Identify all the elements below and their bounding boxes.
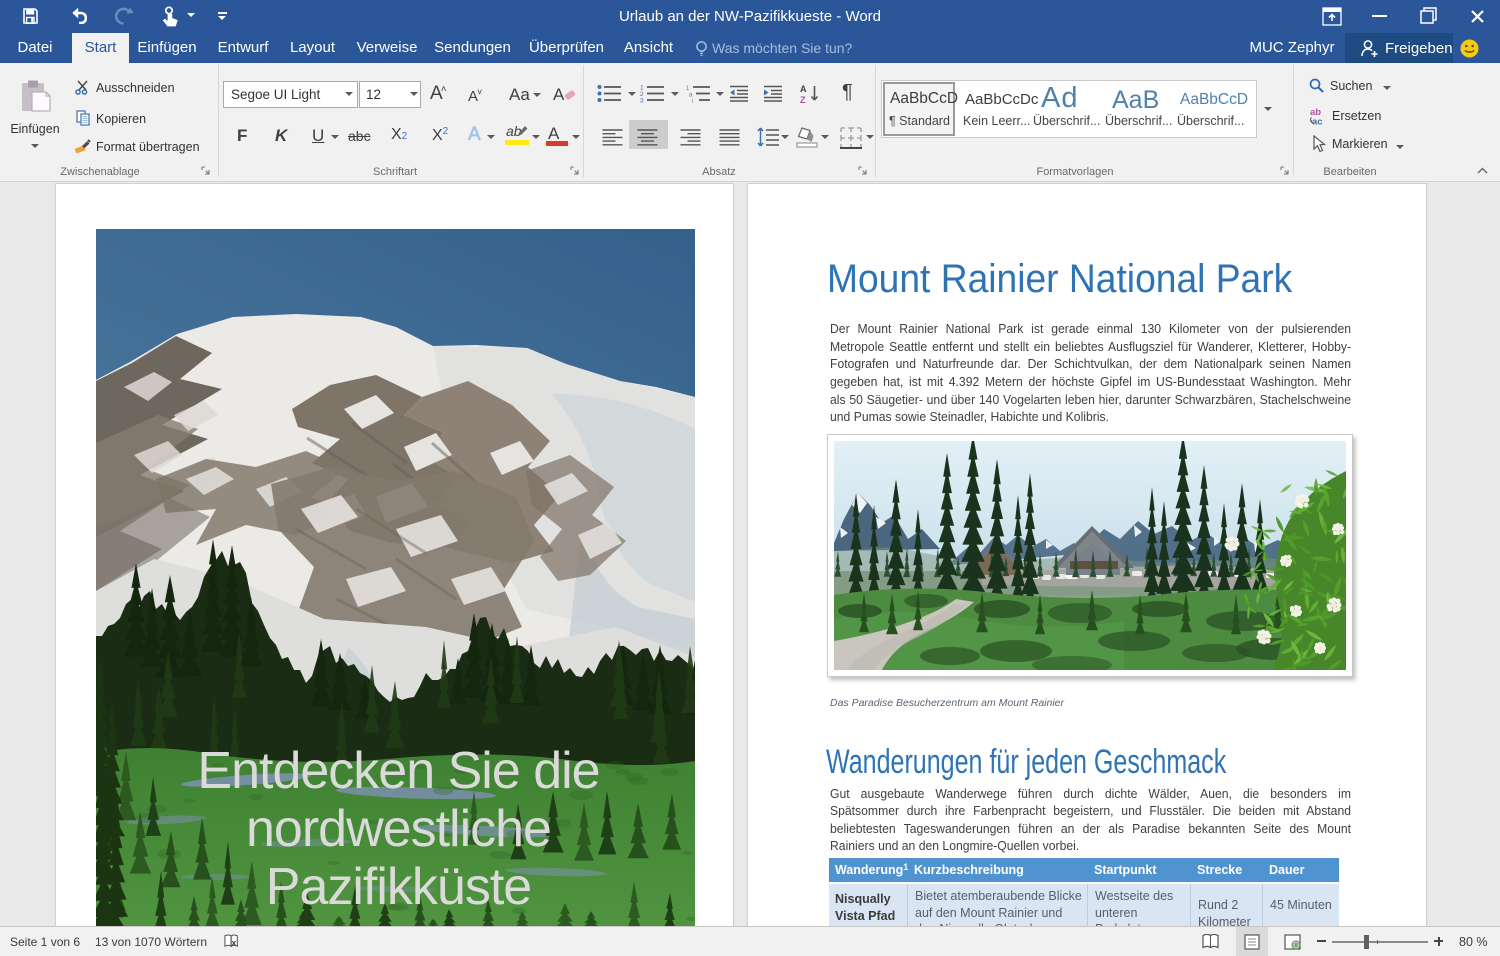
- svg-text:a: a: [689, 93, 693, 99]
- svg-text:x: x: [232, 937, 237, 947]
- svg-text:1: 1: [686, 86, 690, 92]
- svg-text:ac: ac: [1312, 117, 1323, 127]
- svg-text:A: A: [800, 84, 807, 94]
- svg-text:i: i: [692, 99, 693, 103]
- svg-text:Z: Z: [800, 95, 806, 104]
- svg-text:3: 3: [640, 98, 644, 104]
